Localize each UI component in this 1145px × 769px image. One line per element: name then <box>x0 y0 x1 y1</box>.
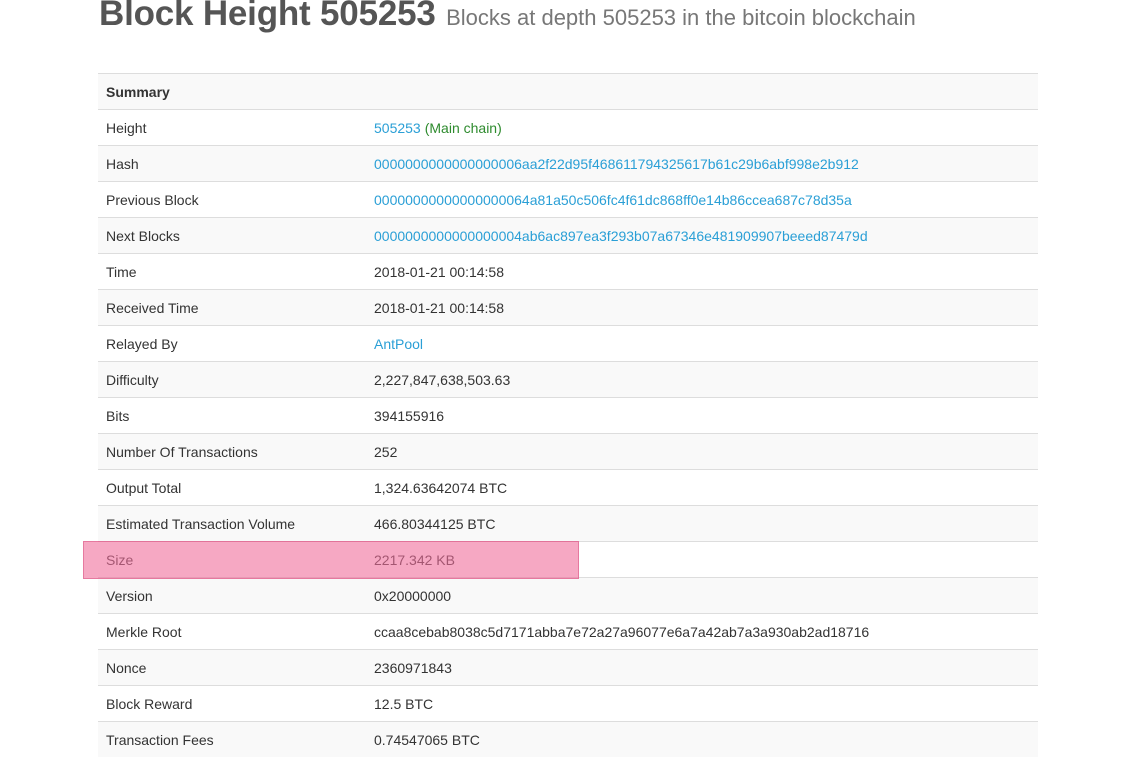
summary-table: Summary Height 505253 (Main chain) Hash 0… <box>98 73 1038 757</box>
row-label: Relayed By <box>98 325 366 362</box>
row-value: 0000000000000000004ab6ac897ea3f293b07a67… <box>366 217 1038 254</box>
previous-block-link[interactable]: 00000000000000000064a81a50c506fc4f61dc86… <box>374 192 852 208</box>
row-label: Received Time <box>98 289 366 326</box>
row-label: Version <box>98 577 366 614</box>
row-label: Size <box>98 541 366 578</box>
table-row-time: Time 2018-01-21 00:14:58 <box>98 253 1038 290</box>
row-label: Difficulty <box>98 361 366 398</box>
row-value: 2018-01-21 00:14:58 <box>366 289 1038 326</box>
relayed-by-link[interactable]: AntPool <box>374 336 423 352</box>
row-label: Block Reward <box>98 685 366 722</box>
row-value: 2217.342 KB <box>366 541 1038 578</box>
row-label: Number Of Transactions <box>98 433 366 470</box>
row-label: Estimated Transaction Volume <box>98 505 366 542</box>
table-row-size: Size 2217.342 KB <box>98 541 1038 578</box>
row-value: 2018-01-21 00:14:58 <box>366 253 1038 290</box>
table-row-difficulty: Difficulty 2,227,847,638,503.63 <box>98 361 1038 398</box>
row-label: Time <box>98 253 366 290</box>
row-label: Nonce <box>98 649 366 686</box>
row-label: Height <box>98 109 366 146</box>
row-value: 252 <box>366 433 1038 470</box>
table-row-received-time: Received Time 2018-01-21 00:14:58 <box>98 289 1038 326</box>
row-label: Output Total <box>98 469 366 506</box>
table-row-transaction-fees: Transaction Fees 0.74547065 BTC <box>98 721 1038 757</box>
row-label: Transaction Fees <box>98 721 366 757</box>
table-row-output-total: Output Total 1,324.63642074 BTC <box>98 469 1038 506</box>
table-row-num-transactions: Number Of Transactions 252 <box>98 433 1038 470</box>
next-block-link[interactable]: 0000000000000000004ab6ac897ea3f293b07a67… <box>374 228 868 244</box>
row-label: Bits <box>98 397 366 434</box>
hash-link[interactable]: 0000000000000000006aa2f22d95f46861179432… <box>374 156 859 172</box>
row-value: 505253 (Main chain) <box>366 109 1038 146</box>
row-label: Next Blocks <box>98 217 366 254</box>
summary-caption: Summary <box>98 73 1038 110</box>
row-value: 00000000000000000064a81a50c506fc4f61dc86… <box>366 181 1038 218</box>
row-value: 0x20000000 <box>366 577 1038 614</box>
row-value: 466.80344125 BTC <box>366 505 1038 542</box>
row-label: Previous Block <box>98 181 366 218</box>
row-label: Merkle Root <box>98 613 366 650</box>
row-value: AntPool <box>366 325 1038 362</box>
table-row-next-blocks: Next Blocks 0000000000000000004ab6ac897e… <box>98 217 1038 254</box>
table-row-nonce: Nonce 2360971843 <box>98 649 1038 686</box>
row-value: 1,324.63642074 BTC <box>366 469 1038 506</box>
row-value: 2,227,847,638,503.63 <box>366 361 1038 398</box>
page-subtitle: Blocks at depth 505253 in the bitcoin bl… <box>446 5 916 30</box>
row-value: 394155916 <box>366 397 1038 434</box>
row-value: 12.5 BTC <box>366 685 1038 722</box>
row-value: ccaa8cebab8038c5d7171abba7e72a27a96077e6… <box>366 613 1038 650</box>
table-row-previous-block: Previous Block 00000000000000000064a81a5… <box>98 181 1038 218</box>
row-value: 0.74547065 BTC <box>366 721 1038 757</box>
page-heading: Block Height 505253 Blocks at depth 5052… <box>99 0 916 34</box>
summary-header-row: Summary <box>98 73 1038 110</box>
block-page: Block Height 505253 Blocks at depth 5052… <box>0 0 1145 769</box>
row-label: Hash <box>98 145 366 182</box>
table-row-block-reward: Block Reward 12.5 BTC <box>98 685 1038 722</box>
table-row-hash: Hash 0000000000000000006aa2f22d95f468611… <box>98 145 1038 182</box>
table-row-relayed-by: Relayed By AntPool <box>98 325 1038 362</box>
table-row-bits: Bits 394155916 <box>98 397 1038 434</box>
table-row-est-tx-volume: Estimated Transaction Volume 466.8034412… <box>98 505 1038 542</box>
main-chain-note: (Main chain) <box>424 119 502 136</box>
row-value: 0000000000000000006aa2f22d95f46861179432… <box>366 145 1038 182</box>
height-link[interactable]: 505253 <box>374 120 421 136</box>
table-row-merkle-root: Merkle Root ccaa8cebab8038c5d7171abba7e7… <box>98 613 1038 650</box>
table-row-height: Height 505253 (Main chain) <box>98 109 1038 146</box>
page-title: Block Height 505253 <box>99 0 436 33</box>
table-row-version: Version 0x20000000 <box>98 577 1038 614</box>
row-value: 2360971843 <box>366 649 1038 686</box>
